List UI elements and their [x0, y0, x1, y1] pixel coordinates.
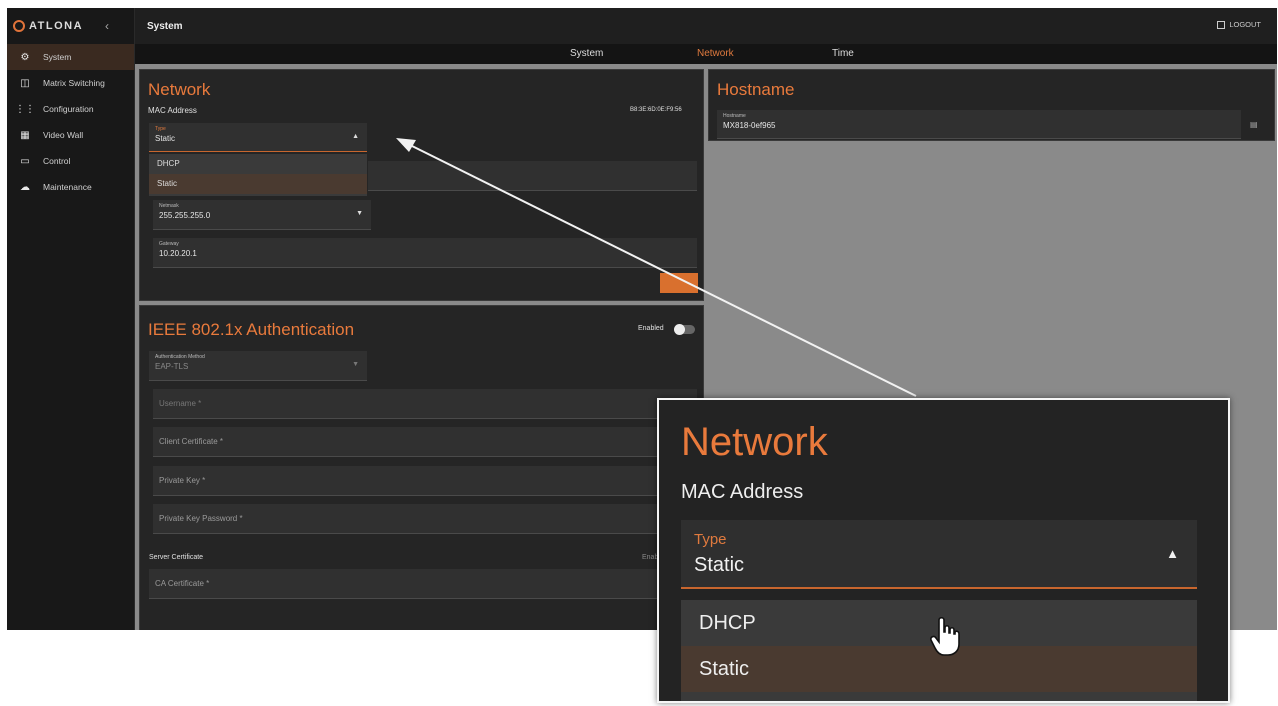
cloud-icon: ☁ [20, 181, 30, 193]
matrix-icon: ◫ [20, 77, 30, 89]
server-cert-enabled-label: Enab [642, 554, 659, 561]
auth-method-value: EAP-TLS [155, 362, 189, 371]
tab-system[interactable]: System [570, 48, 603, 59]
private-key-password-placeholder: Private Key Password * [159, 514, 243, 523]
logout-button[interactable]: LOGOUT [1217, 20, 1261, 29]
gateway-value: 10.20.20.1 [159, 249, 197, 258]
ieee-title: IEEE 802.1x Authentication [148, 320, 355, 339]
private-key-password-field[interactable]: Private Key Password * [153, 504, 697, 534]
sidebar-item-label: Video Wall [43, 130, 84, 140]
zoom-type-select[interactable]: Type Static ▲ [681, 520, 1197, 589]
server-certificate-label: Server Certificate [149, 554, 204, 561]
username-field[interactable]: Username * [153, 389, 697, 419]
chevron-down-icon: ▼ [356, 210, 363, 217]
username-placeholder: Username * [159, 399, 202, 408]
page-title: System [147, 20, 183, 32]
enabled-label: Enabled [638, 325, 664, 332]
gear-icon: ⚙ [20, 51, 30, 63]
collapse-sidebar-icon[interactable]: ‹ [105, 19, 109, 33]
auth-method-select[interactable]: Authentication Method EAP-TLS ▼ [149, 351, 367, 381]
mac-address-label: MAC Address [148, 106, 197, 115]
top-bar: System LOGOUT [135, 8, 1277, 44]
enabled-toggle[interactable] [674, 324, 695, 335]
logo: ATLONA ‹ [7, 8, 134, 44]
sidebar-item-label: Matrix Switching [43, 78, 105, 88]
zoom-mac-address-label: MAC Address [681, 481, 804, 503]
logout-icon [1217, 20, 1226, 29]
save-network-button[interactable] [660, 273, 698, 293]
gateway-field[interactable]: Gateway 10.20.20.1 [153, 238, 697, 268]
network-card: Network MAC Address B8:3E:6D:0E:F9:56 Ty… [139, 69, 704, 301]
private-key-placeholder: Private Key * [159, 476, 206, 485]
auth-method-label: Authentication Method [155, 354, 205, 360]
brand-name: ATLONA [29, 20, 84, 32]
sidebar-item-label: Configuration [43, 104, 94, 114]
client-certificate-placeholder: Client Certificate * [159, 437, 224, 446]
mac-address-value: B8:3E:6D:0E:F9:56 [630, 107, 682, 113]
chevron-down-icon: ▼ [352, 361, 359, 368]
zoom-network-title: Network [681, 420, 828, 464]
sliders-icon: ⋮⋮ [15, 103, 35, 115]
tab-time[interactable]: Time [832, 48, 854, 59]
ca-certificate-field[interactable]: CA Certificate * [149, 569, 697, 599]
gateway-label: Gateway [159, 241, 179, 247]
grid-icon: ▦ [20, 129, 30, 141]
type-label: Type [155, 126, 166, 132]
tab-bar: System Network Time [135, 44, 1277, 64]
network-title: Network [148, 80, 211, 99]
sidebar-item-configuration[interactable]: ⋮⋮ Configuration [7, 96, 134, 122]
atlona-logo-icon [13, 20, 25, 32]
sidebar: ATLONA ‹ ⚙ System ◫ Matrix Switching ⋮⋮ … [7, 8, 135, 630]
toggle-knob [674, 324, 685, 335]
client-certificate-field[interactable]: Client Certificate * [153, 427, 697, 457]
ip-address-field[interactable] [368, 161, 697, 191]
sidebar-item-label: Control [43, 156, 71, 166]
monitor-icon: ▭ [20, 155, 30, 167]
ieee-card: IEEE 802.1x Authentication Enabled Authe… [139, 305, 704, 630]
chevron-up-icon: ▲ [352, 133, 359, 140]
save-icon[interactable]: ▤ [1250, 120, 1258, 129]
hostname-field[interactable]: Hostname MX818-0ef965 [717, 110, 1241, 139]
sidebar-item-video-wall[interactable]: ▦ Video Wall [7, 122, 134, 148]
hostname-value: MX818-0ef965 [723, 121, 776, 130]
option-static[interactable]: Static [149, 174, 367, 194]
sidebar-item-label: System [43, 52, 72, 62]
zoom-callout: Network MAC Address Type Static ▲ DHCP S… [657, 398, 1230, 703]
hand-cursor-icon [930, 616, 960, 656]
hostname-title: Hostname [717, 80, 795, 99]
zoom-type-value: Static [694, 554, 745, 576]
netmask-select[interactable]: Netmask 255.255.255.0 ▼ [153, 200, 371, 230]
hostname-card: Hostname Hostname MX818-0ef965 ▤ [708, 69, 1275, 141]
type-select[interactable]: Type Static ▲ [149, 123, 367, 152]
tab-network[interactable]: Network [697, 48, 734, 59]
hostname-label: Hostname [723, 113, 746, 119]
sidebar-item-control[interactable]: ▭ Control [7, 148, 134, 174]
sidebar-item-system[interactable]: ⚙ System [7, 44, 134, 70]
ca-certificate-placeholder: CA Certificate * [155, 579, 210, 588]
chevron-up-icon: ▲ [1166, 546, 1179, 561]
sidebar-item-maintenance[interactable]: ☁ Maintenance [7, 174, 134, 200]
type-dropdown-menu: DHCP Static [149, 154, 367, 196]
sidebar-item-matrix-switching[interactable]: ◫ Matrix Switching [7, 70, 134, 96]
sidebar-item-label: Maintenance [43, 182, 92, 192]
logout-label: LOGOUT [1229, 20, 1261, 29]
option-dhcp[interactable]: DHCP [149, 154, 367, 174]
zoom-type-label: Type [694, 531, 727, 548]
netmask-value: 255.255.255.0 [159, 211, 211, 220]
type-value: Static [155, 134, 176, 143]
netmask-label: Netmask [159, 203, 179, 209]
private-key-field[interactable]: Private Key * [153, 466, 697, 496]
